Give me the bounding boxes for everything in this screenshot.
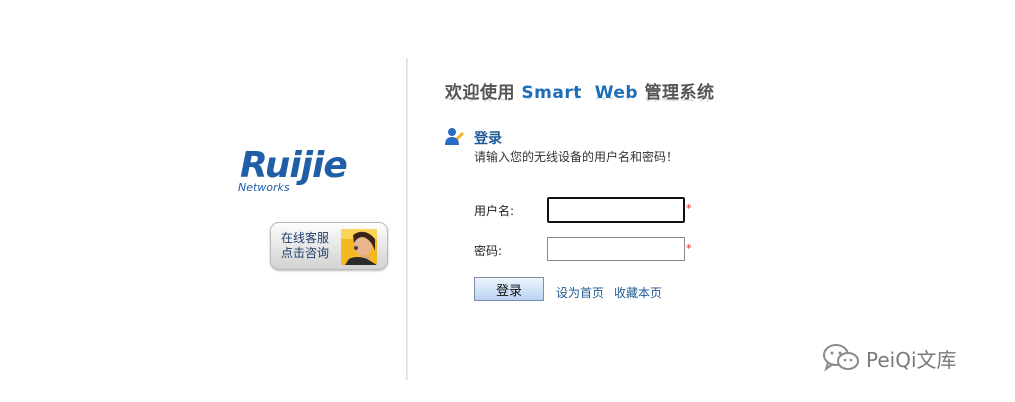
username-required-mark: * <box>686 202 692 215</box>
password-label: 密码: <box>474 244 503 258</box>
support-agent-photo-icon <box>341 229 377 265</box>
bookmark-page-link[interactable]: 收藏本页 <box>614 284 662 301</box>
watermark-text: PeiQi文库 <box>866 347 957 372</box>
logo-subtext: Networks <box>238 181 290 194</box>
online-service-label: 在线客服 点击咨询 <box>281 231 341 261</box>
service-line-2: 点击咨询 <box>281 246 330 260</box>
title-reflection-suffix: 管理系统 <box>644 97 714 102</box>
vertical-divider <box>406 58 408 380</box>
wechat-icon <box>823 344 859 372</box>
password-input[interactable] <box>547 237 685 261</box>
login-subtitle: 请输入您的无线设备的用户名和密码！ <box>474 150 679 164</box>
login-button[interactable]: 登录 <box>474 277 544 301</box>
user-icon <box>444 126 464 146</box>
username-label: 用户名: <box>474 204 515 218</box>
ruijie-logo: Ruijie Networks <box>236 143 392 195</box>
title-reflection-accent: Smart Web <box>521 97 638 102</box>
online-service-button[interactable]: 在线客服 点击咨询 <box>270 222 388 270</box>
set-homepage-link[interactable]: 设为首页 <box>556 284 604 301</box>
watermark: PeiQi文库 <box>822 343 957 373</box>
login-heading: 登录 <box>474 131 502 147</box>
service-line-1: 在线客服 <box>281 231 330 245</box>
username-input[interactable] <box>547 197 685 223</box>
page-title-reflection: 欢迎使用 Smart Web 管理系统 <box>445 97 714 107</box>
title-reflection-prefix: 欢迎使用 <box>445 97 515 102</box>
password-required-mark: * <box>686 242 692 255</box>
logo-wordmark: Ruijie <box>240 145 347 186</box>
